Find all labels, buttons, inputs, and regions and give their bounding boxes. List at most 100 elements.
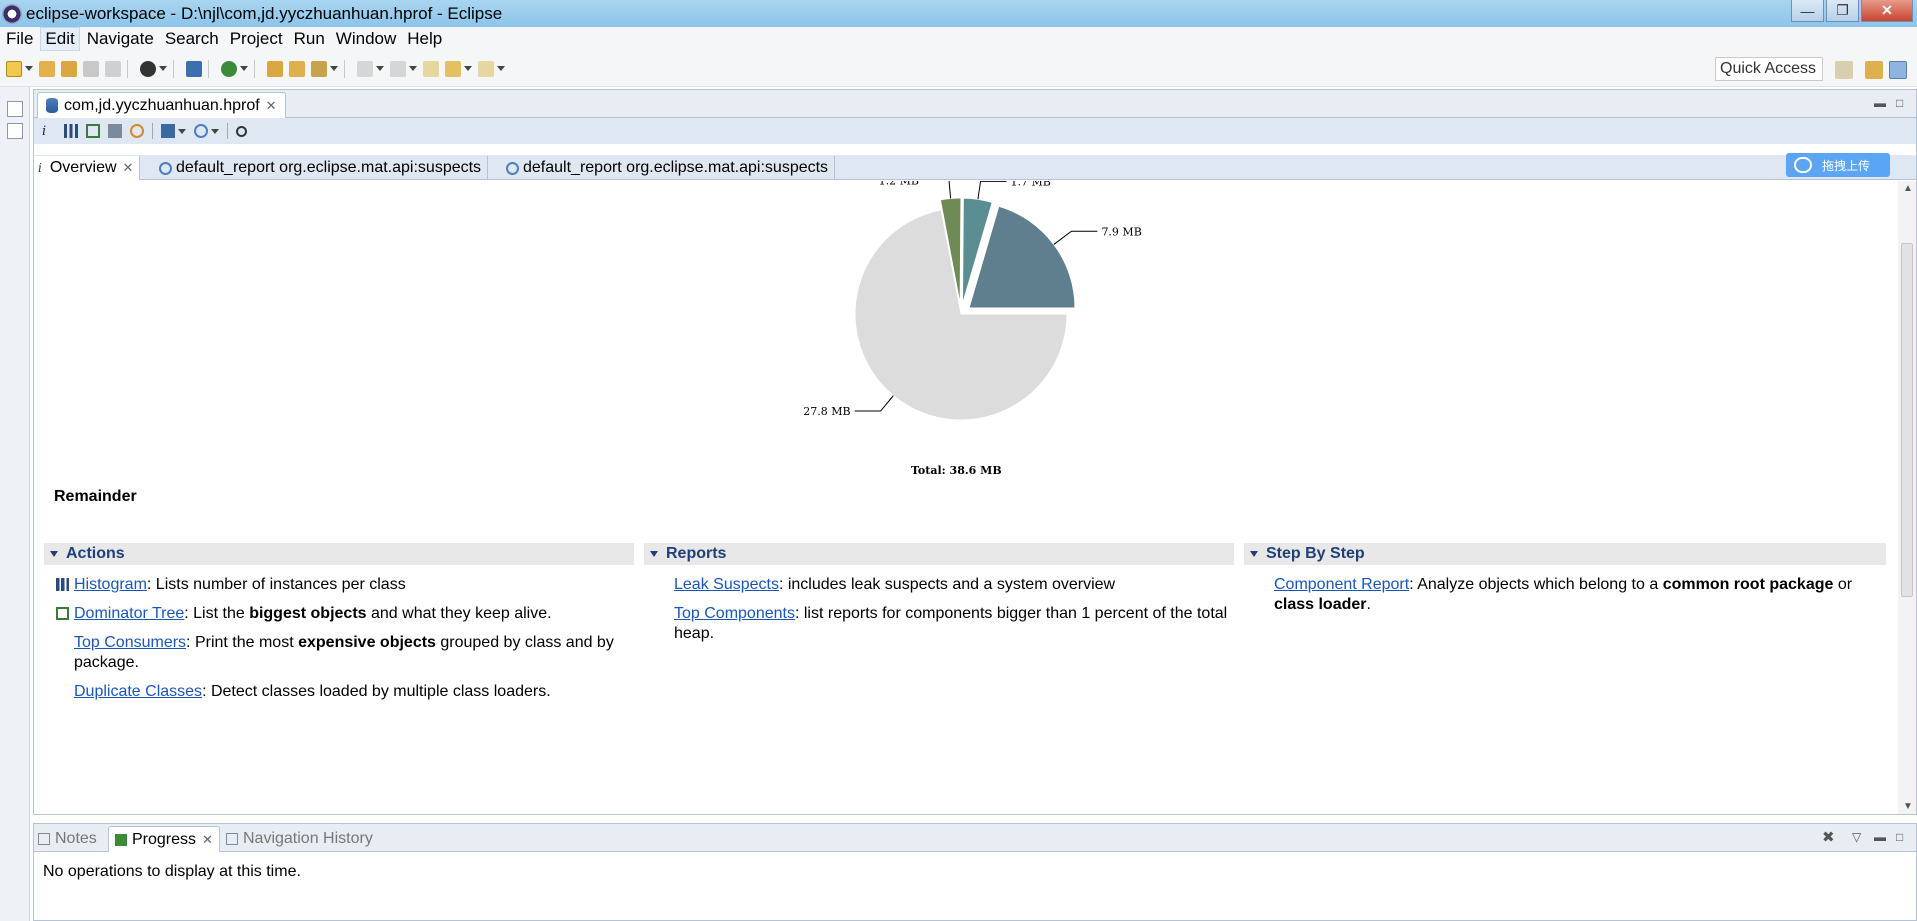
step-by-step-section: Step By Step Component Report: Analyze o…: [1244, 543, 1886, 615]
dominator-desc-bold: biggest objects: [249, 605, 367, 622]
vertical-scrollbar[interactable]: ▲ ▼: [1898, 181, 1916, 814]
histogram-desc: : Lists number of instances per class: [146, 576, 406, 593]
scroll-down-icon[interactable]: ▼: [1903, 801, 1913, 812]
next-annotation-dropdown-icon[interactable]: [376, 66, 384, 71]
menu-help[interactable]: Help: [403, 28, 446, 50]
window-title: eclipse-workspace - D:\njl\com,jd.yyczhu…: [26, 3, 503, 23]
last-edit-icon[interactable]: [423, 60, 439, 77]
mat-toolbar: i: [34, 118, 1916, 144]
menu-project[interactable]: Project: [226, 28, 287, 50]
terminal-icon[interactable]: [186, 60, 202, 77]
heap-dump-icon: [46, 98, 58, 113]
search-tool-icon[interactable]: [311, 60, 327, 77]
forward-dropdown-icon[interactable]: [497, 66, 505, 71]
menu-window[interactable]: Window: [332, 28, 400, 50]
query-browser-icon[interactable]: [194, 124, 208, 138]
menu-edit[interactable]: Edit: [40, 27, 80, 51]
tab-notes[interactable]: Notes: [38, 826, 97, 852]
left-trim-bar: [0, 87, 30, 921]
remove-all-finished-icon[interactable]: ✖: [1822, 828, 1835, 846]
open-perspective-icon[interactable]: [1835, 61, 1853, 79]
component-report-link[interactable]: Component Report: [1274, 576, 1409, 593]
inspector-icon[interactable]: [7, 123, 23, 139]
maximize-view-icon[interactable]: □: [1896, 830, 1903, 844]
close-button[interactable]: ✕: [1861, 0, 1913, 22]
step-by-step-header[interactable]: Step By Step: [1244, 543, 1886, 565]
tab-default-report-2-label: default_report org.eclipse.mat.api:suspe…: [523, 159, 829, 176]
quick-access-field[interactable]: Quick Access: [1715, 57, 1823, 81]
list-item: Top Consumers: Print the most expensive …: [44, 633, 634, 673]
list-item: Leak Suspects: includes leak suspects an…: [644, 575, 1234, 595]
debug-icon[interactable]: [140, 60, 156, 77]
search-icon[interactable]: [236, 125, 247, 137]
view-menu-chevron-down-icon[interactable]: ▽: [1852, 830, 1861, 844]
navigation-history-icon: [226, 833, 238, 845]
tab-progress[interactable]: Progress ✕: [108, 826, 220, 852]
histogram-icon[interactable]: [64, 124, 78, 138]
maximize-button[interactable]: ❐: [1826, 0, 1859, 22]
histogram-icon: [56, 578, 69, 591]
histogram-link[interactable]: Histogram: [74, 576, 147, 593]
open-project-icon[interactable]: [289, 60, 305, 77]
run-report-icon[interactable]: [161, 124, 175, 138]
run-report-dropdown-icon[interactable]: [178, 128, 186, 134]
duplicate-classes-link[interactable]: Duplicate Classes: [74, 683, 202, 700]
query-browser-dropdown-icon[interactable]: [211, 128, 219, 134]
scroll-up-icon[interactable]: ▲: [1903, 183, 1913, 194]
progress-icon: [115, 833, 127, 846]
debug-dropdown-icon[interactable]: [159, 66, 167, 71]
pie-slice-label: 1.2 MB: [879, 181, 919, 188]
menu-navigate[interactable]: Navigate: [83, 28, 158, 50]
menu-search[interactable]: Search: [161, 28, 223, 50]
previous-annotation-icon[interactable]: [390, 60, 406, 77]
open-folder-icon[interactable]: [267, 60, 283, 77]
close-icon[interactable]: ✕: [202, 832, 213, 848]
dominator-tree-link[interactable]: Dominator Tree: [74, 605, 184, 622]
open-type-icon[interactable]: [39, 60, 55, 77]
restore-icon[interactable]: [7, 101, 23, 117]
back-dropdown-icon[interactable]: [464, 66, 472, 71]
forward-icon[interactable]: [478, 60, 494, 77]
tab-default-report-2[interactable]: default_report org.eclipse.mat.api:suspe…: [502, 156, 836, 180]
mat-perspective-icon[interactable]: [1889, 61, 1907, 79]
tab-default-report-1[interactable]: default_report org.eclipse.mat.api:suspe…: [155, 156, 489, 180]
baidu-upload-button[interactable]: 拖拽上传: [1786, 153, 1890, 177]
save-icon[interactable]: [83, 60, 99, 77]
close-icon[interactable]: ✕: [266, 98, 277, 114]
dominator-tree-icon[interactable]: [86, 124, 100, 138]
next-annotation-icon[interactable]: [357, 60, 373, 77]
scrollbar-thumb[interactable]: [1901, 243, 1913, 597]
step-by-step-title: Step By Step: [1266, 545, 1365, 562]
search-dropdown-icon[interactable]: [330, 66, 338, 71]
heap-dump-overview-icon[interactable]: [130, 124, 144, 138]
oql-icon[interactable]: [108, 124, 122, 138]
menu-run[interactable]: Run: [290, 28, 329, 50]
top-components-link[interactable]: Top Components: [674, 605, 795, 622]
leak-suspects-link[interactable]: Leak Suspects: [674, 576, 779, 593]
reports-header[interactable]: Reports: [644, 543, 1234, 565]
top-consumers-link[interactable]: Top Consumers: [74, 634, 186, 651]
minimize-editor-icon[interactable]: ▬: [1874, 96, 1886, 110]
close-icon[interactable]: ✕: [123, 160, 134, 176]
new-icon[interactable]: [6, 60, 22, 77]
tab-navigation-history[interactable]: Navigation History: [226, 826, 373, 852]
leak-suspects-desc: : includes leak suspects and a system ov…: [778, 576, 1116, 593]
editor-tab-hprof[interactable]: com,jd.yyczhuanhuan.hprof ✕: [37, 92, 286, 118]
run-icon[interactable]: [221, 60, 237, 77]
menu-file[interactable]: File: [2, 28, 37, 50]
maximize-editor-icon[interactable]: □: [1896, 96, 1903, 110]
actions-header[interactable]: Actions: [44, 543, 634, 565]
save-all-icon[interactable]: [105, 60, 121, 77]
run-dropdown-icon[interactable]: [240, 66, 248, 71]
tab-overview[interactable]: i Overview ✕: [34, 156, 141, 180]
info-icon[interactable]: i: [42, 124, 56, 139]
new-dropdown-icon[interactable]: [25, 66, 33, 71]
previous-annotation-dropdown-icon[interactable]: [409, 66, 417, 71]
java-perspective-icon[interactable]: [1865, 61, 1883, 79]
toolbar-separator: [173, 59, 174, 78]
minimize-button[interactable]: —: [1791, 0, 1824, 22]
bottom-tab-row: Notes Progress ✕ Navigation History ✖ ▽ …: [34, 824, 1916, 852]
minimize-view-icon[interactable]: ▬: [1874, 830, 1886, 844]
back-icon[interactable]: [445, 60, 461, 77]
open-file-icon[interactable]: [61, 60, 77, 77]
